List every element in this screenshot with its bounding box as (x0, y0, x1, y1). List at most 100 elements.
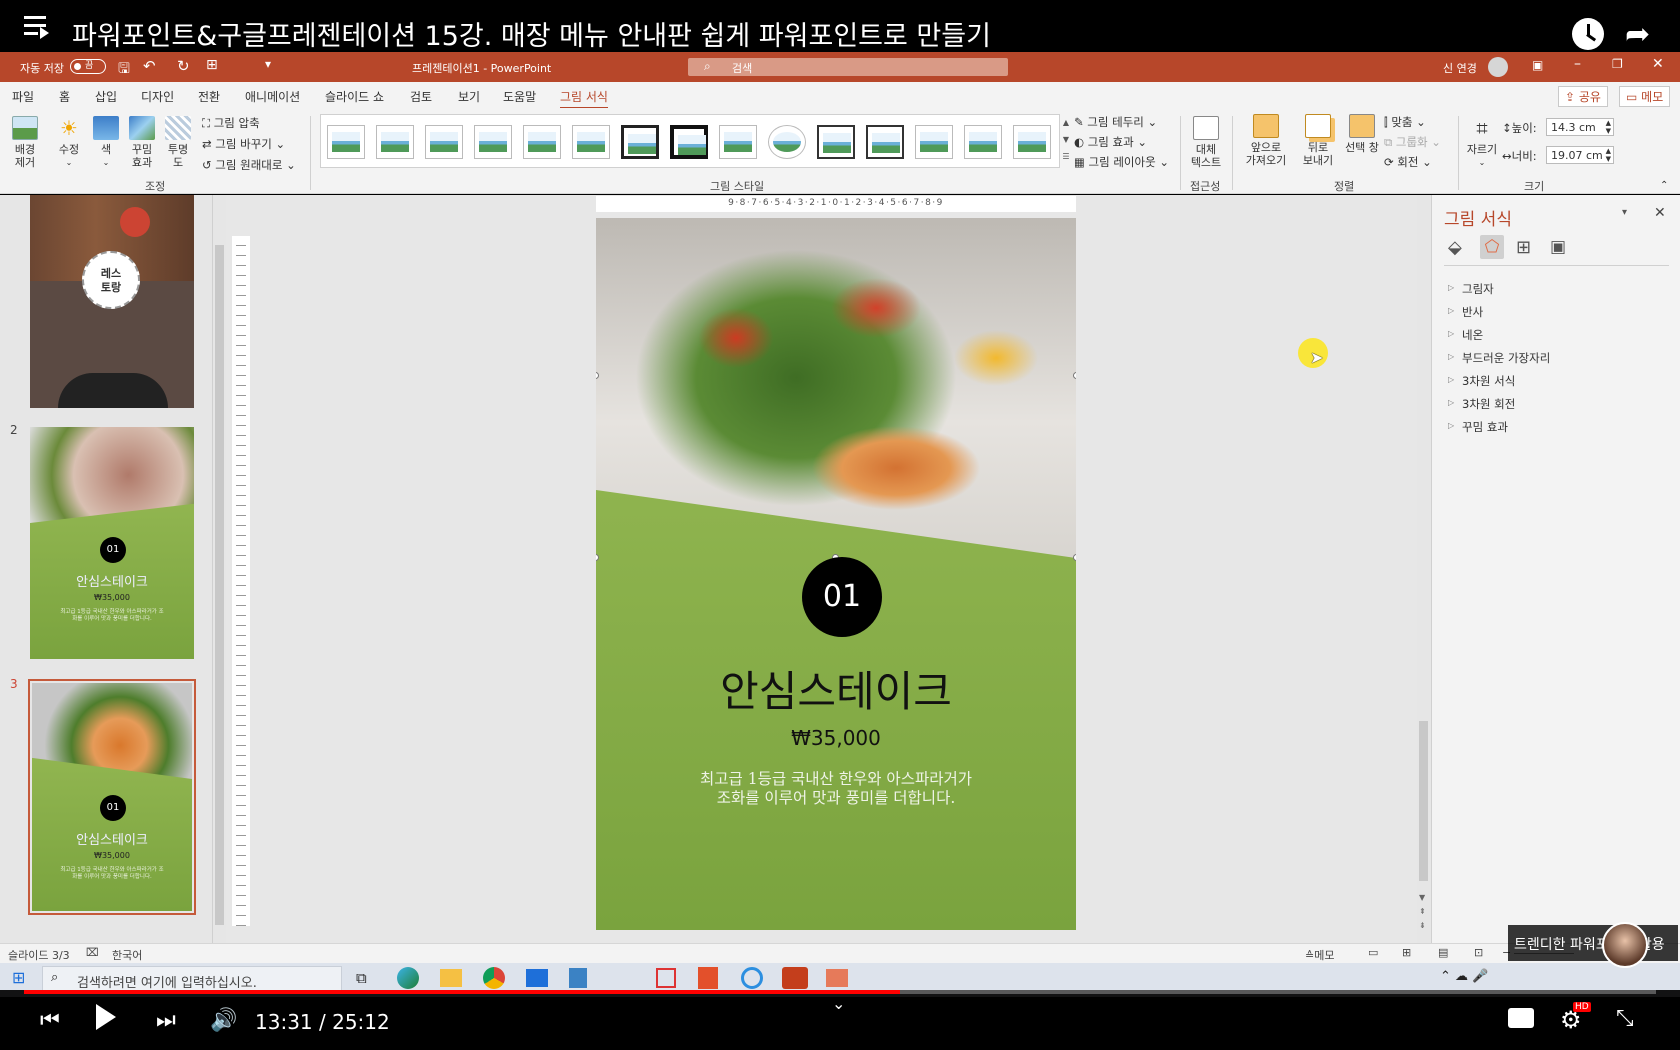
menu-item-price[interactable]: ₩35,000 (596, 726, 1076, 750)
ie-icon[interactable] (741, 967, 763, 989)
picture-style-6[interactable] (572, 125, 610, 159)
section-3d-format[interactable]: 3차원 서식 (1448, 373, 1515, 389)
picture-style-3[interactable] (425, 125, 463, 159)
watch-later-icon[interactable] (1572, 18, 1604, 50)
tab-help[interactable]: 도움말 (503, 88, 536, 105)
tab-picture-format[interactable]: 그림 서식 (560, 88, 608, 109)
collapse-ribbon-icon[interactable]: ⌃ (1660, 180, 1668, 191)
tab-slideshow[interactable]: 슬라이드 쇼 (325, 88, 384, 105)
resize-handle-bottom-left[interactable] (596, 554, 599, 561)
menu-item-description[interactable]: 최고급 1등급 국내산 한우와 아스파라거가 조화를 이루어 맛과 풍미를 더합… (596, 770, 1076, 808)
section-3d-rotation[interactable]: 3차원 회전 (1448, 396, 1515, 412)
transparency-button[interactable]: 투명 도 (164, 116, 192, 169)
alt-text-button[interactable]: 대체 텍스트 (1188, 116, 1224, 169)
picture-style-12[interactable] (866, 125, 904, 159)
pane-options-icon[interactable]: ▾ (1622, 207, 1627, 218)
picture-style-9[interactable] (719, 125, 757, 159)
language-indicator[interactable]: 한국어 (112, 947, 142, 963)
picture-border-button[interactable]: ✎ 그림 테두리 ⌄ (1074, 114, 1157, 130)
chevron-down-icon[interactable]: ⌄ (832, 994, 845, 1013)
powerpoint-taskbar-icon[interactable] (782, 967, 808, 989)
group-button[interactable]: ⧉ 그룹화 ⌄ (1384, 134, 1441, 150)
gallery-scroll[interactable]: ▲ ▼ ☰ (1060, 114, 1072, 168)
office-icon[interactable] (698, 967, 718, 989)
close-icon[interactable]: ✕ (1652, 56, 1664, 72)
channel-avatar[interactable] (1602, 922, 1648, 968)
minimize-icon[interactable]: – (1574, 56, 1581, 72)
tab-view[interactable]: 보기 (458, 88, 480, 105)
app-icon[interactable] (569, 968, 587, 988)
menu-item-title[interactable]: 안심스테이크 (596, 658, 1076, 719)
resize-handle-right[interactable] (1073, 372, 1076, 379)
picture-style-15[interactable] (1013, 125, 1051, 159)
tab-animations[interactable]: 애니메이션 (245, 88, 300, 105)
slideshow-taskbar-icon[interactable] (826, 969, 848, 987)
present-icon[interactable]: ⊞ (206, 57, 218, 73)
bring-forward-button[interactable]: 앞으로 가져오기 (1238, 114, 1294, 167)
tab-transitions[interactable]: 전환 (198, 88, 220, 105)
save-icon[interactable]: 🖫 (118, 58, 130, 82)
task-view-icon[interactable]: ⧉ (356, 969, 367, 987)
restore-icon[interactable]: ❐ (1612, 57, 1623, 71)
salmon-salad-photo[interactable] (596, 218, 1076, 558)
slide-canvas[interactable]: 01 안심스테이크 ₩35,000 최고급 1등급 국내산 한우와 아스파라거가… (596, 218, 1076, 930)
picture-style-7[interactable] (621, 125, 659, 159)
compress-pictures-button[interactable]: ⛶ 그림 압축 (202, 115, 260, 131)
customize-qat-icon[interactable]: ▾ (265, 57, 271, 71)
share-icon[interactable]: ➦ (1625, 20, 1650, 50)
height-input[interactable]: 14.3 cm ▲ ▼ (1546, 118, 1614, 136)
next-icon[interactable]: ⏭ (156, 1008, 176, 1033)
change-picture-button[interactable]: ⇄ 그림 바꾸기 ⌄ (202, 136, 285, 152)
effects-icon[interactable]: ⬠ (1480, 235, 1504, 259)
picture-style-8[interactable] (670, 125, 708, 159)
exit-fullscreen-icon[interactable]: ⤡ (1616, 1006, 1634, 1031)
slideshow-view-icon[interactable]: ⊡ (1474, 946, 1483, 959)
rotate-button[interactable]: ⟳ 회전 ⌄ (1384, 154, 1432, 170)
section-soft-edges[interactable]: 부드러운 가장자리 (1448, 350, 1550, 366)
slides-pane-scrollbar[interactable] (212, 195, 226, 943)
send-backward-button[interactable]: 뒤로 보내기 (1298, 114, 1338, 167)
tab-home[interactable]: 홈 (59, 88, 70, 105)
comments-button[interactable]: ▭ 메모 (1619, 86, 1671, 107)
redo-icon[interactable]: ↻ (177, 57, 190, 75)
play-icon[interactable] (96, 1004, 116, 1030)
playlist-menu-icon[interactable] (24, 16, 50, 39)
slide-thumb-2[interactable]: 01 안심스테이크 ₩35,000 최고급 1등급 국내산 한우와 아스파라거가… (30, 427, 194, 659)
tab-review[interactable]: 검토 (410, 88, 432, 105)
share-button[interactable]: ⇪ 공유 (1558, 86, 1608, 107)
section-artistic-effects[interactable]: 꾸밈 효과 (1448, 419, 1508, 435)
picture-icon[interactable]: ▣ (1550, 237, 1566, 257)
previous-icon[interactable]: ⏮ (40, 1008, 60, 1033)
slide-sorter-icon[interactable]: ⊞ (1402, 946, 1411, 959)
tab-file[interactable]: 파일 (12, 88, 34, 105)
picture-style-14[interactable] (964, 125, 1002, 159)
width-input[interactable]: 19.07 cm ▲ ▼ (1546, 146, 1614, 164)
reset-picture-button[interactable]: ↺ 그림 원래대로 ⌄ (202, 157, 296, 173)
section-glow[interactable]: 네온 (1448, 327, 1483, 343)
size-properties-icon[interactable]: ⊞ (1516, 237, 1531, 258)
sync-app-icon[interactable] (656, 968, 676, 988)
volume-icon[interactable]: 🔊 (210, 1008, 237, 1033)
menu-number-badge[interactable]: 01 (802, 557, 882, 637)
chrome-icon[interactable] (483, 967, 505, 989)
video-title[interactable]: 파워포인트&구글프레젠테이션 15강. 매장 메뉴 안내판 쉽게 파워포인트로 … (72, 14, 991, 53)
corrections-button[interactable]: ☀ 수정 ⌄ (54, 116, 84, 169)
accessibility-icon[interactable]: ⌧ (86, 946, 99, 959)
undo-icon[interactable]: ↶ (143, 57, 156, 75)
pane-close-icon[interactable]: ✕ (1654, 205, 1666, 221)
tab-insert[interactable]: 삽입 (95, 88, 117, 105)
reading-view-icon[interactable]: ▤ (1438, 946, 1448, 959)
picture-style-13[interactable] (915, 125, 953, 159)
picture-style-1[interactable] (327, 125, 365, 159)
channel-watermark[interactable]: 트렌디한 파워포인트 활용 (1508, 925, 1678, 961)
picture-effects-button[interactable]: ◐ 그림 효과 ⌄ (1074, 134, 1147, 150)
picture-style-11[interactable] (817, 125, 855, 159)
picture-style-10[interactable] (768, 125, 806, 159)
search-box[interactable]: ⌕ 검색 (688, 58, 1008, 76)
file-explorer-icon[interactable] (440, 969, 462, 987)
tab-design[interactable]: 디자인 (141, 88, 174, 105)
section-reflection[interactable]: 반사 (1448, 304, 1483, 320)
notes-button[interactable]: ≙메모 (1305, 947, 1334, 963)
picture-layout-button[interactable]: ▦ 그림 레이아웃 ⌄ (1074, 154, 1169, 170)
autosave-toggle[interactable]: 끔 (70, 59, 106, 74)
